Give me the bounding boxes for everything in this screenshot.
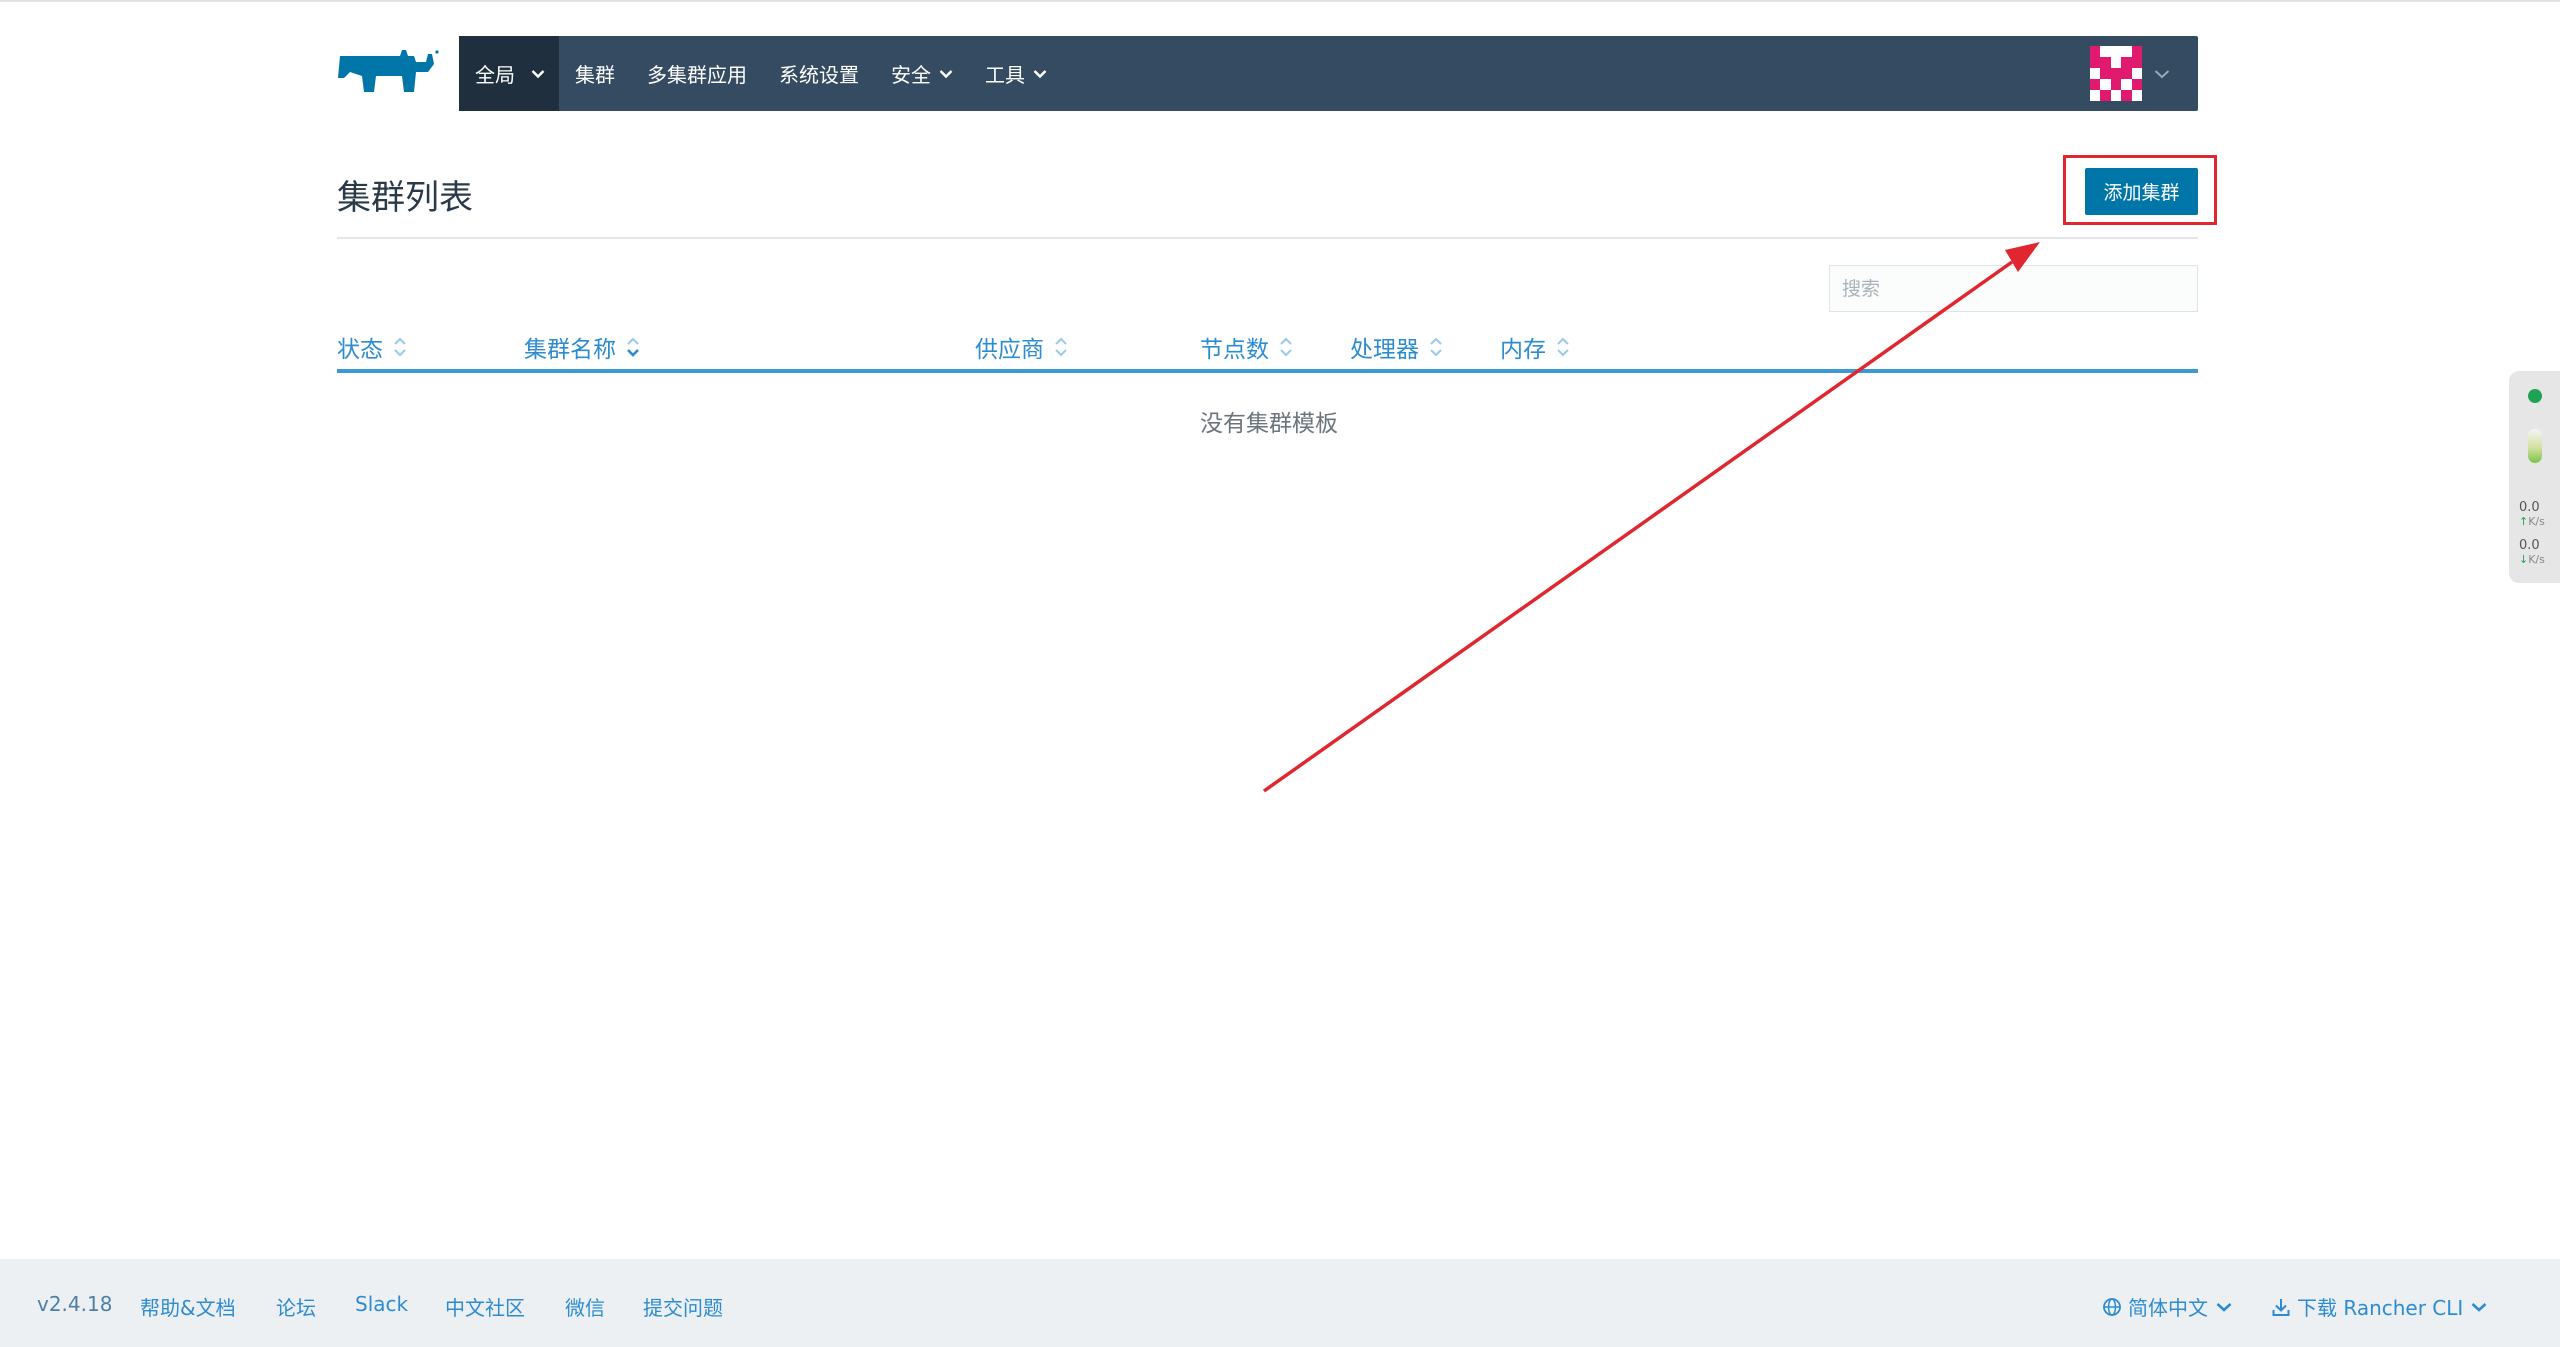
column-header-label: 处理器 [1350, 337, 1419, 363]
sort-icon [1430, 337, 1442, 357]
sort-icon [394, 337, 406, 357]
search-input[interactable] [1829, 265, 2198, 312]
empty-table-message: 没有集群模板 [1200, 411, 1338, 437]
column-header-state[interactable]: 状态 [337, 332, 407, 363]
chevron-down-icon [2471, 1302, 2487, 1312]
chevron-down-icon [2216, 1302, 2232, 1312]
nav-clusters-label: 集群 [575, 63, 615, 87]
nav-global-label: 全局 [475, 63, 515, 87]
upload-arrow-icon: ↑ [2519, 515, 2529, 528]
chevron-down-icon [2154, 69, 2170, 78]
nav-global[interactable]: 全局 [459, 36, 559, 111]
nav-clusters[interactable]: 集群 [559, 36, 631, 111]
page-title: 集群列表 [337, 178, 473, 218]
nav-security-label: 安全 [891, 63, 931, 87]
chevron-down-icon [531, 69, 545, 78]
globe-icon [2103, 1297, 2121, 1316]
sort-icon [1557, 337, 1569, 357]
footer-link-wechat[interactable]: 微信 [565, 1292, 605, 1321]
language-selector[interactable]: 简体中文 [2102, 1292, 2232, 1321]
download-unit-label: K/s [2528, 553, 2545, 566]
user-menu[interactable] [2090, 46, 2170, 101]
language-label: 简体中文 [2128, 1296, 2208, 1320]
sort-icon [1055, 337, 1067, 357]
column-header-label: 集群名称 [524, 337, 616, 363]
footer-link-community[interactable]: 中文社区 [445, 1292, 525, 1321]
column-header-label: 状态 [337, 337, 383, 363]
add-cluster-button[interactable]: 添加集群 [2085, 168, 2198, 215]
footer-link-help-docs[interactable]: 帮助&文档 [140, 1292, 236, 1321]
sort-icon [627, 337, 639, 357]
main-navbar: 全局 集群 多集群应用 系统设置 安全 工具 [459, 36, 2198, 111]
nav-multi-cluster-apps-label: 多集群应用 [647, 63, 747, 87]
chevron-down-icon [939, 69, 953, 78]
upload-rate: 0.0 [2519, 500, 2540, 515]
column-header-cluster-name[interactable]: 集群名称 [524, 332, 640, 363]
network-speed-widget[interactable]: 0.0 ↑K/s 0.0 ↓K/s [2509, 371, 2560, 583]
nav-settings[interactable]: 系统设置 [763, 36, 875, 111]
download-cli-label: 下载 Rancher CLI [2297, 1296, 2464, 1320]
download-icon [2272, 1298, 2290, 1316]
version-label: v2.4.18 [37, 1292, 113, 1316]
column-header-label: 节点数 [1200, 337, 1269, 363]
column-header-provider[interactable]: 供应商 [975, 332, 1068, 363]
chevron-down-icon [1033, 69, 1047, 78]
footer-link-file-issue[interactable]: 提交问题 [643, 1292, 723, 1321]
upload-unit-label: K/s [2528, 515, 2545, 528]
column-header-cpu[interactable]: 处理器 [1350, 332, 1443, 363]
download-cli-link[interactable]: 下载 Rancher CLI [2271, 1292, 2487, 1321]
column-header-memory[interactable]: 内存 [1500, 332, 1570, 363]
status-dot-icon [2528, 389, 2542, 403]
nav-tools[interactable]: 工具 [969, 36, 1063, 111]
table-header-divider [337, 369, 2198, 373]
nav-settings-label: 系统设置 [779, 63, 859, 87]
usage-meter [2528, 429, 2542, 463]
footer-link-forum[interactable]: 论坛 [276, 1292, 316, 1321]
footer-link-slack[interactable]: Slack [355, 1292, 408, 1316]
column-header-label: 内存 [1500, 337, 1546, 363]
nav-tools-label: 工具 [985, 63, 1025, 87]
upload-unit: ↑K/s [2519, 516, 2545, 528]
rancher-logo-icon[interactable] [336, 48, 440, 100]
download-arrow-icon: ↓ [2519, 553, 2529, 566]
title-divider [337, 237, 2198, 239]
download-rate: 0.0 [2519, 538, 2540, 553]
top-border [0, 0, 2560, 2]
column-header-label: 供应商 [975, 337, 1044, 363]
nav-security[interactable]: 安全 [875, 36, 969, 111]
nav-multi-cluster-apps[interactable]: 多集群应用 [631, 36, 763, 111]
column-header-nodes[interactable]: 节点数 [1200, 332, 1293, 363]
avatar-icon [2090, 46, 2142, 101]
sort-icon [1280, 337, 1292, 357]
download-unit: ↓K/s [2519, 554, 2545, 566]
